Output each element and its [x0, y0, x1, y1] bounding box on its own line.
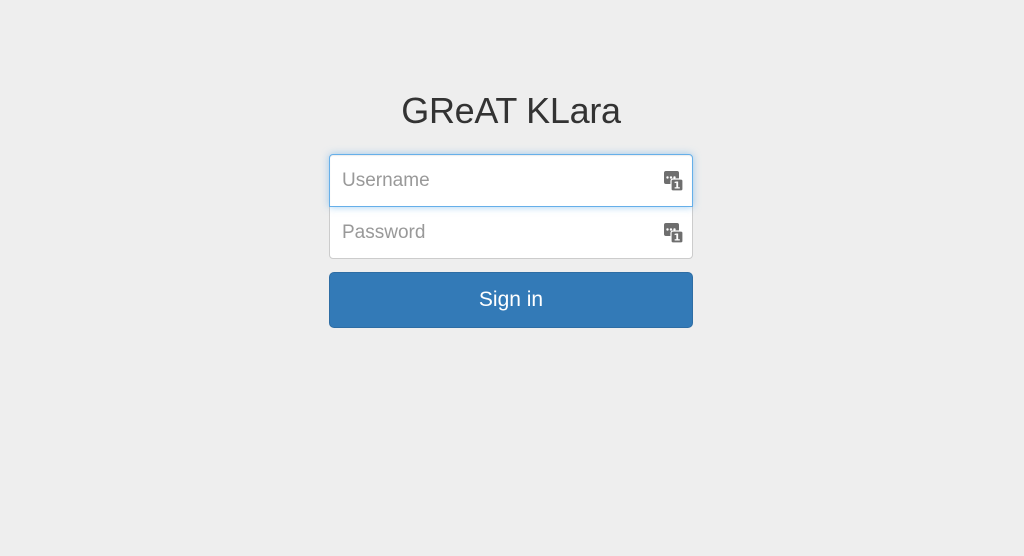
app-title: GReAT KLara	[401, 90, 621, 131]
svg-text:1: 1	[674, 233, 681, 244]
password-manager-key-icon[interactable]: 1	[664, 171, 683, 191]
password-manager-key-icon[interactable]: 1	[664, 223, 683, 243]
svg-text:1: 1	[674, 181, 681, 192]
username-input[interactable]	[330, 155, 692, 206]
password-input[interactable]	[330, 207, 692, 258]
username-field-container: 1	[329, 154, 693, 207]
sign-in-button[interactable]: Sign in	[329, 272, 693, 328]
password-field-container: 1	[329, 206, 693, 259]
login-form: GReAT KLara 1 1 Sign in	[329, 80, 693, 328]
